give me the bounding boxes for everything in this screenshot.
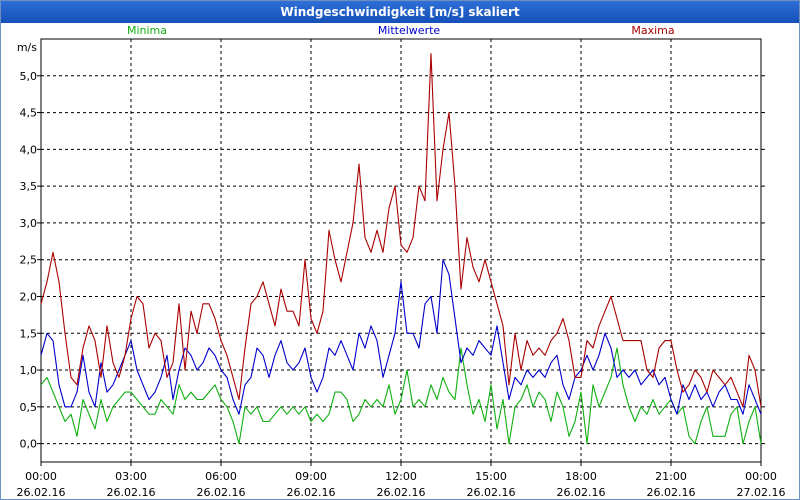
x-tick-label-time: 18:00 [565,470,597,483]
x-tick-label-date: 26.02.16 [377,486,426,499]
x-tick-label-time: 06:00 [205,470,237,483]
x-tick-label-date: 27.02.16 [737,486,786,499]
app-window: Windgeschwindigkeit [m/s] skaliert 0,0 0,… [0,0,800,500]
x-tick-label-time: 21:00 [655,470,687,483]
y-tick-label: 0,5 [20,401,38,414]
x-tick-label-date: 26.02.16 [107,486,156,499]
y-tick-label: 3,0 [20,217,38,230]
x-tick-label-time: 00:00 [25,470,57,483]
x-tick-label-date: 26.02.16 [197,486,246,499]
window-title: Windgeschwindigkeit [m/s] skaliert [1,1,799,23]
legend-minima: Minima [127,24,167,37]
y-tick-label: 2,0 [20,290,38,303]
x-tick-label-time: 03:00 [115,470,147,483]
x-tick-label-time: 09:00 [295,470,327,483]
x-tick-label-time: 12:00 [385,470,417,483]
legend-mittelwerte: Mittelwerte [378,24,441,37]
x-tick-label-date: 26.02.16 [647,486,696,499]
y-tick-label: 1,5 [20,327,38,340]
y-tick-label: 2,5 [20,254,38,267]
x-tick-label-date: 26.02.16 [17,486,66,499]
x-tick-label-date: 26.02.16 [287,486,336,499]
x-tick-label-time: 15:00 [475,470,507,483]
y-tick-label: 1,0 [20,364,38,377]
legend-maxima: Maxima [631,24,674,37]
x-tick-label-time: 00:00 [745,470,777,483]
y-axis-label: m/s [17,41,37,54]
y-tick-label: 3,5 [20,180,38,193]
y-tick-label: 4,5 [20,107,38,120]
y-tick-label: 0,0 [20,438,38,451]
y-tick-label: 5,0 [20,70,38,83]
wind-speed-chart: 0,0 0,5 1,0 1,5 2,0 2,5 3,0 3,5 4,0 4,5 5,0 m/s 00:0… [17,24,786,499]
y-tick-label: 4,0 [20,143,38,156]
x-tick-label-date: 26.02.16 [467,486,516,499]
x-tick-label-date: 26.02.16 [557,486,606,499]
